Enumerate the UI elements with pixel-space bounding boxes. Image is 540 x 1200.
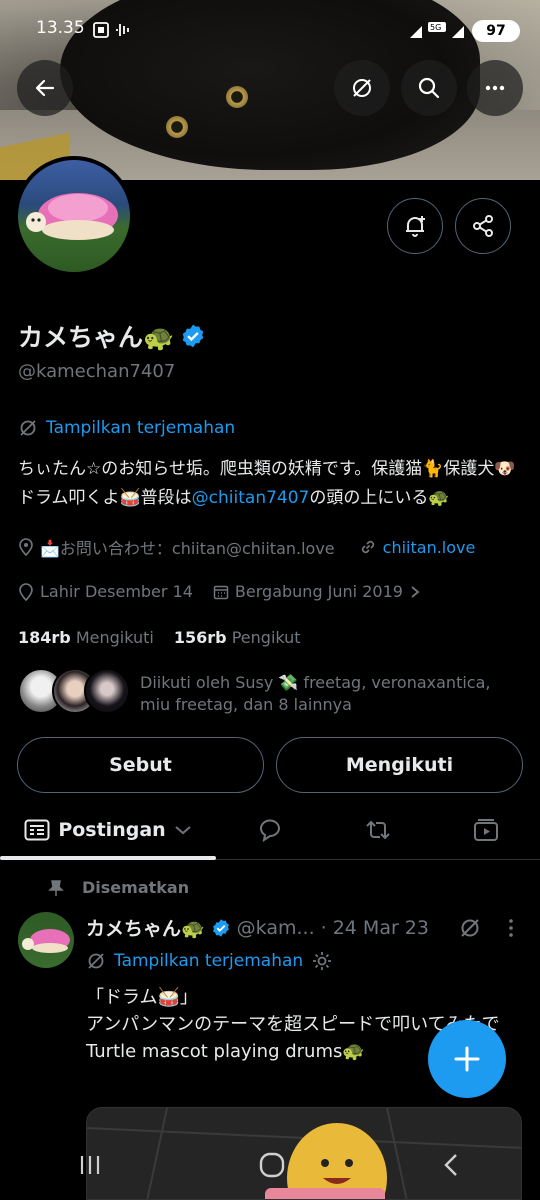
mention-button[interactable]: Sebut xyxy=(17,737,264,793)
tab-posts-label: Postingan xyxy=(58,819,166,841)
following-button-label: Mengikuti xyxy=(345,754,454,776)
following-stat[interactable]: 184rb Mengikuti xyxy=(18,628,154,647)
chevron-right-icon xyxy=(411,585,420,598)
status-time: 13.35 xyxy=(36,18,85,38)
post-more-button[interactable] xyxy=(504,916,518,944)
mention-button-label: Sebut xyxy=(109,754,172,776)
profile-avatar[interactable] xyxy=(14,156,134,276)
tab-posts[interactable]: Postingan xyxy=(0,800,216,860)
media-video-icon xyxy=(474,819,498,841)
calendar-icon xyxy=(213,585,229,599)
cat-eye-left xyxy=(166,116,188,138)
post-show-translation-label: Tampilkan terjemahan xyxy=(114,951,304,971)
profile-name-text: カメちゃん🐢 xyxy=(18,323,175,352)
verified-badge-icon xyxy=(212,918,229,937)
compose-post-button[interactable] xyxy=(428,1020,506,1098)
profile-contact: 📩お問い合わせ：chiitan@chiitan.love xyxy=(40,539,335,558)
cat-eye-right xyxy=(226,86,248,108)
post-show-translation[interactable]: Tampilkan terjemahan xyxy=(86,950,333,972)
share-icon xyxy=(473,215,493,237)
translate-toggle-button[interactable] xyxy=(334,60,390,116)
birthday-pin-icon xyxy=(19,582,33,601)
post-header: カメちゃん🐢 @kam... · 24 Mar 23 xyxy=(86,914,429,941)
active-tab-indicator xyxy=(0,856,216,860)
more-button[interactable] xyxy=(467,60,523,116)
followed-by-text[interactable]: Diikuti oleh Susy 💸 freetag, veronaxanti… xyxy=(140,672,520,716)
profile-stats: 184rb Mengikuti 156rb Pengikut xyxy=(18,628,301,647)
mutual-followers-avatars[interactable] xyxy=(18,668,138,718)
system-back-icon[interactable] xyxy=(441,1152,463,1178)
status-notification-icons xyxy=(92,20,132,40)
post-avatar-image xyxy=(22,929,70,953)
profile-joined: Bergabung Juni 2019 xyxy=(234,582,403,601)
svg-text:5G: 5G xyxy=(430,23,441,32)
following-button[interactable]: Mengikuti xyxy=(276,737,523,793)
translate-icon xyxy=(20,420,36,436)
followers-count: 156rb xyxy=(173,628,227,647)
tab-reposts[interactable] xyxy=(324,800,432,860)
reply-bubble-icon xyxy=(260,819,281,842)
follower-avatar-3 xyxy=(84,668,130,714)
share-button[interactable] xyxy=(455,198,511,254)
gear-icon[interactable] xyxy=(311,950,333,972)
show-translation-label: Tampilkan terjemahan xyxy=(46,418,236,438)
arrow-left-icon xyxy=(35,79,55,97)
post-author-handle[interactable]: @kam... xyxy=(237,917,315,939)
bell-plus-icon xyxy=(406,216,425,237)
system-navigation-bar xyxy=(0,1130,540,1200)
profile-handle: @kamechan7407 xyxy=(18,361,176,382)
status-right-icons: 5G 97 xyxy=(408,20,528,42)
post-date[interactable]: · 24 Mar 23 xyxy=(321,917,429,939)
plus-icon xyxy=(454,1046,480,1072)
pin-icon xyxy=(48,879,64,896)
back-button[interactable] xyxy=(17,60,73,116)
profile-dates-row[interactable]: Lahir Desember 14 Bergabung Juni 2019 xyxy=(18,582,421,601)
translate-off-icon xyxy=(461,919,479,937)
bio-text-end: の頭の上にいる🐢 xyxy=(309,488,450,508)
post-author-name[interactable]: カメちゃん🐢 xyxy=(86,914,205,941)
pinned-indicator: Disematkan xyxy=(48,878,189,897)
repost-icon xyxy=(366,820,390,840)
translate-icon xyxy=(88,953,104,969)
search-button[interactable] xyxy=(401,60,457,116)
following-label: Mengikuti xyxy=(75,628,154,647)
bio-mention-link[interactable]: @chiitan7407 xyxy=(192,488,310,508)
post-author-avatar[interactable] xyxy=(18,912,74,968)
profile-tabs: Postingan xyxy=(0,800,540,860)
verified-badge-icon[interactable] xyxy=(180,323,206,349)
link-icon xyxy=(361,540,374,554)
pinned-label: Disematkan xyxy=(82,878,190,897)
profile-name: カメちゃん🐢 xyxy=(18,318,206,354)
more-horizontal-icon xyxy=(485,85,505,91)
tab-replies[interactable] xyxy=(216,800,324,860)
translate-off-icon xyxy=(353,79,371,97)
show-translation-link[interactable]: Tampilkan terjemahan xyxy=(18,418,235,438)
chevron-down-icon xyxy=(175,826,191,835)
post-translate-toggle[interactable] xyxy=(458,916,482,944)
search-icon xyxy=(418,77,440,99)
profile-bio: ちぃたん☆のお知らせ垢。爬虫類の妖精です。保護猫🐈保護犬🐶ドラム叩くよ🥁普段は@… xyxy=(18,455,528,513)
profile-location-row: 📩お問い合わせ：chiitan@chiitan.love chiitan.lov… xyxy=(18,535,475,559)
posts-list-icon xyxy=(24,819,50,841)
avatar-image xyxy=(26,193,118,240)
tab-media[interactable] xyxy=(432,800,540,860)
followers-label: Pengikut xyxy=(231,628,301,647)
following-count: 184rb xyxy=(18,628,71,647)
followers-stat[interactable]: 156rb Pengikut xyxy=(174,628,301,647)
more-vertical-icon xyxy=(509,919,513,937)
notification-subscribe-button[interactable] xyxy=(387,198,443,254)
battery-indicator: 97 xyxy=(472,20,520,42)
battery-level: 97 xyxy=(486,23,506,39)
profile-birthday: Lahir Desember 14 xyxy=(40,582,193,601)
location-pin-icon xyxy=(19,538,33,556)
recent-apps-icon[interactable] xyxy=(77,1153,103,1177)
post-text-line-1: 「ドラム🥁」 xyxy=(86,987,198,1008)
home-icon[interactable] xyxy=(257,1150,287,1180)
profile-website-link[interactable]: chiitan.love xyxy=(383,538,476,557)
